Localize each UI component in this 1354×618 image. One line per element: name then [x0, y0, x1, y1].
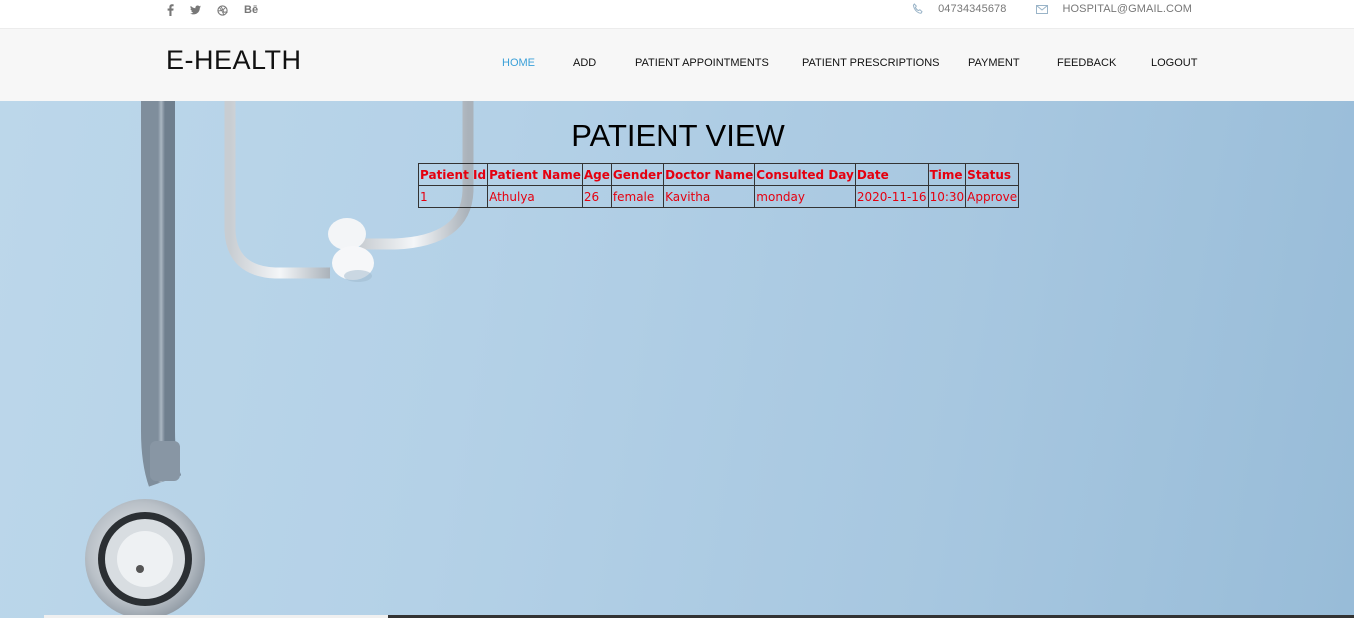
- table-cell: Approve: [965, 185, 1020, 208]
- page-title: PATIENT VIEW: [571, 118, 785, 153]
- table-cell: Athulya: [487, 185, 583, 208]
- table-cell: Kavitha: [663, 185, 756, 208]
- email-address: HOSPITAL@GMAIL.COM: [1062, 3, 1192, 15]
- column-header: Date: [854, 163, 929, 186]
- column-header: Patient Name: [487, 163, 583, 186]
- table-cell: 26: [581, 185, 612, 208]
- table-cell: monday: [754, 185, 856, 208]
- table-cell: female: [610, 185, 665, 208]
- nav-feedback[interactable]: FEEDBACK: [1057, 57, 1116, 69]
- social-links: Bē: [166, 3, 274, 17]
- nav-add[interactable]: ADD: [573, 57, 596, 69]
- column-header: Patient Id: [417, 163, 489, 186]
- main-header: E-HEALTH HOME ADD PATIENT APPOINTMENTS P…: [0, 29, 1354, 101]
- column-header: Status: [965, 163, 1020, 186]
- table-header-row: Patient Id Patient Name Age Gender Docto…: [417, 163, 1020, 186]
- behance-icon[interactable]: Bē: [244, 3, 258, 17]
- nav-patient-prescriptions[interactable]: PATIENT PRESCRIPTIONS: [802, 57, 940, 69]
- phone-icon: [912, 3, 923, 14]
- mail-icon: [1036, 4, 1049, 14]
- twitter-icon[interactable]: [190, 3, 201, 17]
- table-cell: 10:30: [927, 185, 967, 208]
- column-header: Time: [927, 163, 967, 186]
- table-row: 1 Athulya 26 female Kavitha monday 2020-…: [417, 185, 1020, 208]
- table-cell: 1: [417, 185, 489, 208]
- nav-payment[interactable]: PAYMENT: [968, 57, 1020, 69]
- email-contact[interactable]: HOSPITAL@GMAIL.COM: [1036, 3, 1192, 15]
- nav-home[interactable]: HOME: [502, 57, 535, 69]
- main-nav: HOME ADD PATIENT APPOINTMENTS PATIENT PR…: [0, 57, 1354, 73]
- facebook-icon[interactable]: [166, 3, 174, 17]
- top-bar: Bē 04734345678 HOSPITAL@GMAIL.COM: [0, 0, 1354, 29]
- column-header: Doctor Name: [663, 163, 756, 186]
- dribbble-icon[interactable]: [217, 3, 228, 17]
- patient-table: Patient Id Patient Name Age Gender Docto…: [417, 163, 1020, 208]
- contact-info: 04734345678 HOSPITAL@GMAIL.COM: [882, 3, 1192, 15]
- nav-logout[interactable]: LOGOUT: [1151, 57, 1197, 69]
- column-header: Gender: [610, 163, 665, 186]
- table-cell: 2020-11-16: [854, 185, 929, 208]
- hero-section: PATIENT VIEW Patient Id Patient Name Age…: [0, 101, 1354, 618]
- phone-number: 04734345678: [938, 3, 1007, 15]
- nav-patient-appointments[interactable]: PATIENT APPOINTMENTS: [635, 57, 769, 69]
- column-header: Age: [581, 163, 612, 186]
- phone-contact[interactable]: 04734345678: [912, 3, 1006, 15]
- column-header: Consulted Day: [754, 163, 856, 186]
